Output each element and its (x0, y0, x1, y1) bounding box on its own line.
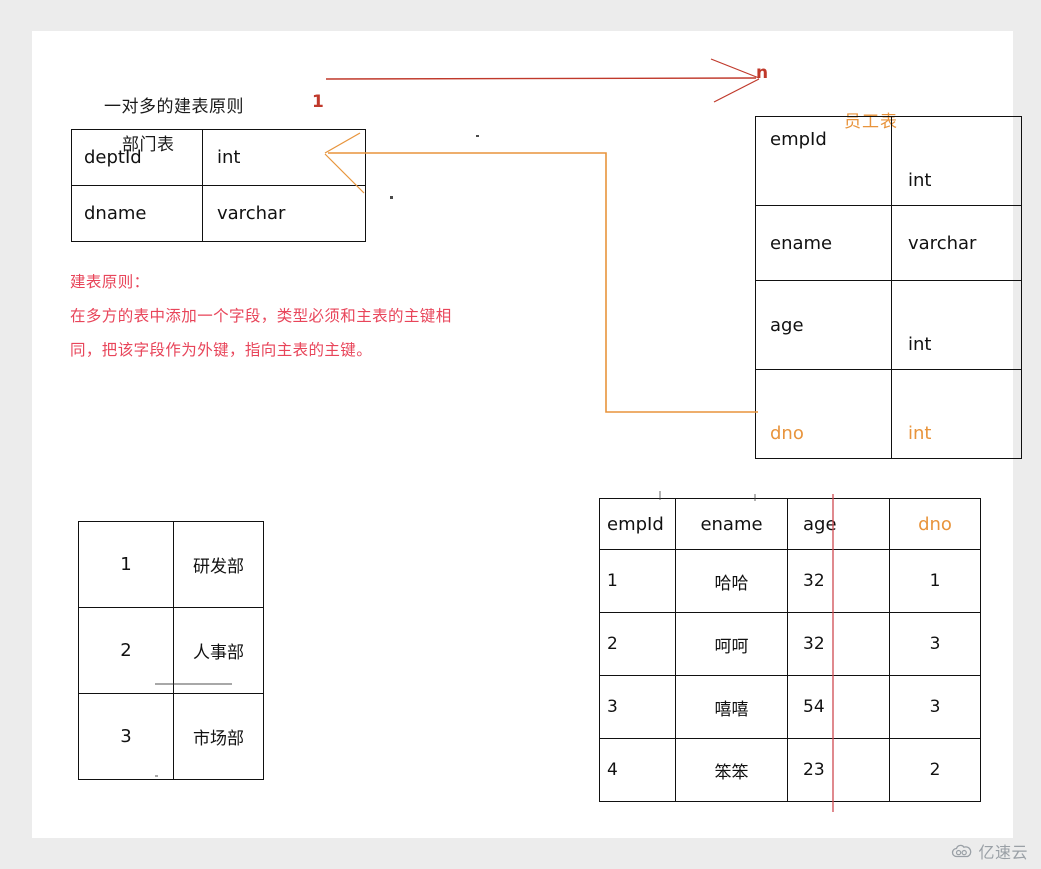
emp-data-dno: 3 (889, 675, 981, 739)
emp-schema-field: age (755, 280, 892, 370)
table-row: 4 笨笨 23 2 (599, 738, 981, 802)
emp-data-header-empid: empId (599, 498, 676, 550)
cardinality-many-label: n (756, 63, 769, 83)
emp-data-empid: 1 (599, 549, 676, 613)
emp-data-empid: 3 (599, 675, 676, 739)
dept-data-name: 研发部 (173, 521, 264, 608)
watermark-text: 亿速云 (978, 843, 1028, 862)
employee-schema-table: empId int ename varchar age int dno int (755, 116, 1022, 459)
emp-data-empid: 2 (599, 612, 676, 676)
emp-schema-type: int (891, 280, 1022, 370)
watermark: 亿速云 (951, 839, 1028, 863)
emp-data-age: 23 (787, 738, 890, 802)
dept-data-name: 市场部 (173, 693, 264, 780)
table-row: 3 市场部 (78, 693, 264, 780)
emp-data-ename: 呵呵 (675, 612, 788, 676)
emp-schema-field-dno: dno (755, 369, 892, 459)
rule-line-2: 同，把该字段作为外键，指向主表的主键。 (70, 341, 373, 359)
emp-data-dno: 1 (889, 549, 981, 613)
table-row: age int (755, 280, 1022, 370)
emp-data-age: 54 (787, 675, 890, 739)
dept-schema-type: varchar (202, 185, 366, 242)
emp-data-age: 32 (787, 549, 890, 613)
dept-data-name: 人事部 (173, 607, 264, 694)
dept-data-id: 1 (78, 521, 174, 608)
emp-data-empid: 4 (599, 738, 676, 802)
emp-data-ename: 哈哈 (675, 549, 788, 613)
cardinality-one-label: 1 (312, 92, 324, 112)
emp-data-ename: 笨笨 (675, 738, 788, 802)
table-row: 1 研发部 (78, 521, 264, 608)
dept-schema-field: deptId (71, 129, 203, 186)
employee-data-table: empId ename age dno 1 哈哈 32 1 2 呵呵 32 3 … (599, 498, 981, 802)
emp-data-dno: 2 (889, 738, 981, 802)
dept-data-id: 3 (78, 693, 174, 780)
table-row: dname varchar (71, 185, 366, 242)
department-data-table: 1 研发部 2 人事部 3 市场部 (78, 521, 264, 780)
dept-data-id: 2 (78, 607, 174, 694)
rule-line-1: 在多方的表中添加一个字段，类型必须和主表的主键相 (70, 307, 452, 325)
emp-data-header-ename: ename (675, 498, 788, 550)
dept-schema-type: int (202, 129, 366, 186)
table-row: empId int (755, 116, 1022, 206)
table-row: 1 哈哈 32 1 (599, 549, 981, 613)
emp-schema-field: empId (755, 116, 892, 206)
emp-schema-type-dno: int (891, 369, 1022, 459)
emp-data-header-dno: dno (889, 498, 981, 550)
dept-schema-field: dname (71, 185, 203, 242)
table-row: deptId int (71, 129, 366, 186)
department-schema-table: deptId int dname varchar (71, 129, 366, 242)
diagram-title: 一对多的建表原则 (104, 97, 244, 117)
table-row: dno int (755, 369, 1022, 459)
table-row: 2 人事部 (78, 607, 264, 694)
emp-data-dno: 3 (889, 612, 981, 676)
table-row: 3 嘻嘻 54 3 (599, 675, 981, 739)
emp-schema-type: varchar (891, 205, 1022, 281)
rule-heading: 建表原则： (70, 273, 150, 291)
whiteboard-canvas: 一对多的建表原则 部门表 员工表 1 n 建表原则： 在多方的表中添加一个字段，… (32, 31, 1022, 838)
stray-mark (476, 135, 479, 137)
emp-data-header-age: age (787, 498, 890, 550)
table-row: ename varchar (755, 205, 1022, 281)
emp-schema-field: ename (755, 205, 892, 281)
emp-schema-type: int (891, 116, 1022, 206)
table-header-row: empId ename age dno (599, 498, 981, 550)
table-row: 2 呵呵 32 3 (599, 612, 981, 676)
stray-mark (390, 196, 393, 199)
cloud-icon (952, 844, 972, 858)
emp-data-ename: 嘻嘻 (675, 675, 788, 739)
emp-data-age: 32 (787, 612, 890, 676)
